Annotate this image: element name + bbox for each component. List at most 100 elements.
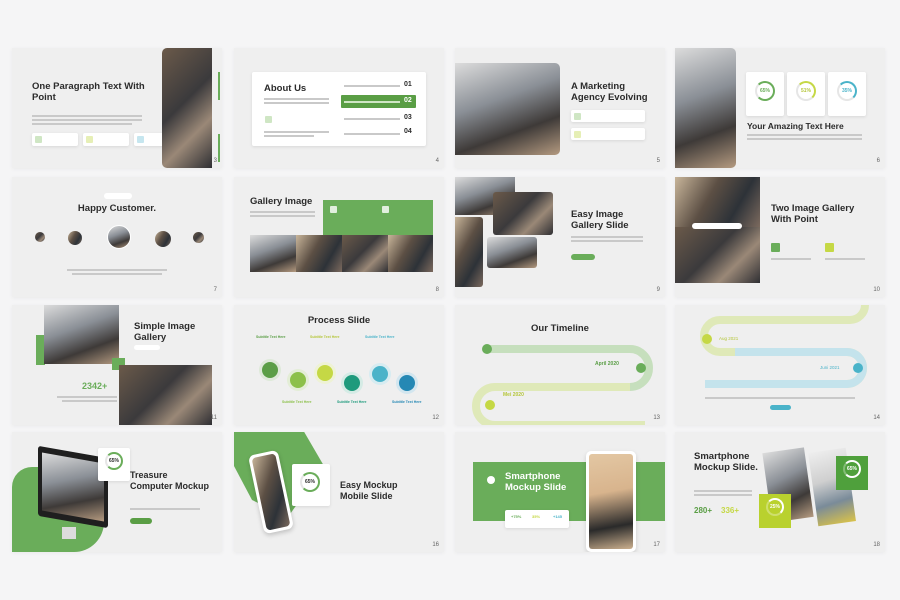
- slide-thumbnail-10[interactable]: Two Image Gallery With Point 10: [675, 177, 885, 297]
- decoration: [264, 131, 329, 133]
- decoration: [83, 133, 129, 146]
- decoration: [342, 235, 388, 272]
- progress-ring: 35%: [837, 81, 857, 101]
- slide-title: Your Amazing Text Here: [747, 121, 844, 131]
- avatar[interactable]: [193, 232, 204, 243]
- decoration: [675, 177, 760, 227]
- slide-number: 14: [873, 415, 880, 421]
- slide-number: 12: [432, 415, 439, 421]
- decoration: [62, 527, 76, 539]
- slide-thumbnail-12[interactable]: Process Slide Subtitle Text Here Subtitl…: [234, 305, 444, 425]
- download-icon: [399, 375, 415, 391]
- decoration: [296, 235, 342, 272]
- avatar[interactable]: [107, 225, 131, 249]
- decoration: [747, 134, 862, 136]
- slide-title: Treasure Computer Mockup: [130, 470, 210, 491]
- label: Aug 2021: [719, 336, 739, 341]
- decoration: [472, 383, 645, 425]
- slide-thumbnail-14[interactable]: Aug 2021 Juni 2021 14: [675, 305, 885, 425]
- slide-thumbnail-6[interactable]: 65% 51% 35% Your Amazing Text Here 6: [675, 48, 885, 168]
- slide-number: 17: [653, 542, 660, 548]
- decoration: [42, 452, 104, 522]
- decoration: [44, 305, 119, 364]
- slide-thumbnail-16[interactable]: 65% Easy Mockup Mobile Slide 16: [234, 432, 444, 552]
- slide-thumbnail-5[interactable]: A Marketing Agency Evolving 5: [455, 48, 665, 168]
- decoration: [485, 400, 495, 410]
- decoration: [493, 192, 553, 235]
- decoration: [32, 133, 78, 146]
- slide-thumbnail-13[interactable]: Our Timeline April 2020 Mei 2020 13: [455, 305, 665, 425]
- decoration: [218, 134, 220, 162]
- decoration: [825, 243, 834, 252]
- decoration: [250, 211, 315, 213]
- label: Subtitle Text Here: [365, 335, 395, 339]
- play-icon[interactable]: [487, 476, 495, 484]
- label: Mei 2020: [503, 392, 524, 398]
- flag-icon: [290, 372, 306, 388]
- decoration: [702, 334, 712, 344]
- slide-thumbnail-15[interactable]: 65% Treasure Computer Mockup: [12, 432, 222, 552]
- slide-title: About Us: [264, 83, 307, 94]
- slide-thumbnail-8[interactable]: Gallery Image 8: [234, 177, 444, 297]
- slide-thumbnail-3[interactable]: One Paragraph Text With Point 3: [12, 48, 222, 168]
- label: 336+: [721, 506, 740, 515]
- list-number: 02: [404, 97, 412, 104]
- slide-title: A Marketing Agency Evolving: [571, 81, 648, 103]
- label: 35%: [532, 514, 541, 519]
- decoration: [32, 115, 142, 117]
- decoration: [35, 136, 42, 143]
- decoration: [130, 508, 200, 510]
- slide-number: 11: [210, 415, 217, 421]
- decoration: [344, 118, 400, 120]
- pin-icon: [317, 365, 333, 381]
- read-more-button[interactable]: [130, 518, 152, 524]
- decoration: [700, 305, 869, 388]
- decoration: [692, 223, 742, 229]
- label: +75%: [511, 514, 522, 519]
- decoration: [137, 136, 144, 143]
- label: Subtitle Text Here: [310, 335, 340, 339]
- list-number: 03: [404, 114, 412, 121]
- slide-title: Two Image Gallery With Point: [771, 203, 855, 225]
- globe-icon: [262, 362, 278, 378]
- slide-title: Process Slide: [307, 315, 371, 326]
- label: 25%: [766, 498, 784, 516]
- decoration: [771, 243, 780, 252]
- read-more-button[interactable]: [571, 254, 595, 260]
- slide-thumbnail-7[interactable]: Happy Customer. 7: [12, 177, 222, 297]
- photo: [675, 48, 736, 168]
- list-number: 04: [404, 128, 412, 135]
- button[interactable]: [770, 405, 791, 410]
- slide-number: 16: [432, 542, 439, 548]
- decoration: [571, 110, 645, 122]
- slide-thumbnail-9[interactable]: Easy Image Gallery Slide 9: [455, 177, 665, 297]
- slide-thumbnail-18[interactable]: Smartphone Mockup Slide. 280+ 336+ 65% 2…: [675, 432, 885, 552]
- progress-ring: 51%: [796, 81, 816, 101]
- label: Subtitle Text Here: [282, 400, 312, 404]
- decoration: [119, 365, 212, 425]
- avatar[interactable]: [155, 231, 171, 247]
- decoration: [487, 237, 537, 268]
- pen-icon: [344, 375, 360, 391]
- decoration: [505, 510, 569, 528]
- label: April 2020: [595, 361, 619, 367]
- progress-ring: 65%: [755, 81, 775, 101]
- decoration: [574, 130, 581, 138]
- slide-thumbnail-17[interactable]: Smartphone Mockup Slide +75% 35% +145 17: [455, 432, 665, 552]
- decoration: [67, 269, 167, 271]
- monitor-icon: [372, 366, 388, 382]
- decoration: [694, 490, 752, 492]
- avatar[interactable]: [35, 232, 45, 242]
- decoration: [694, 494, 752, 496]
- decoration: [344, 101, 400, 103]
- decoration: [330, 206, 337, 213]
- timeline-path: [472, 344, 653, 425]
- decoration: [72, 273, 162, 275]
- slide-thumbnail-4[interactable]: About Us 01 02 03 04 4: [234, 48, 444, 168]
- slide-thumbnail-11[interactable]: Simple Image Gallery 2342+ 11: [12, 305, 222, 425]
- avatar[interactable]: [68, 231, 82, 245]
- slide-number: 8: [435, 287, 439, 293]
- decoration: [747, 138, 862, 140]
- decoration: [771, 258, 811, 260]
- slide-title: Smartphone Mockup Slide: [505, 471, 567, 493]
